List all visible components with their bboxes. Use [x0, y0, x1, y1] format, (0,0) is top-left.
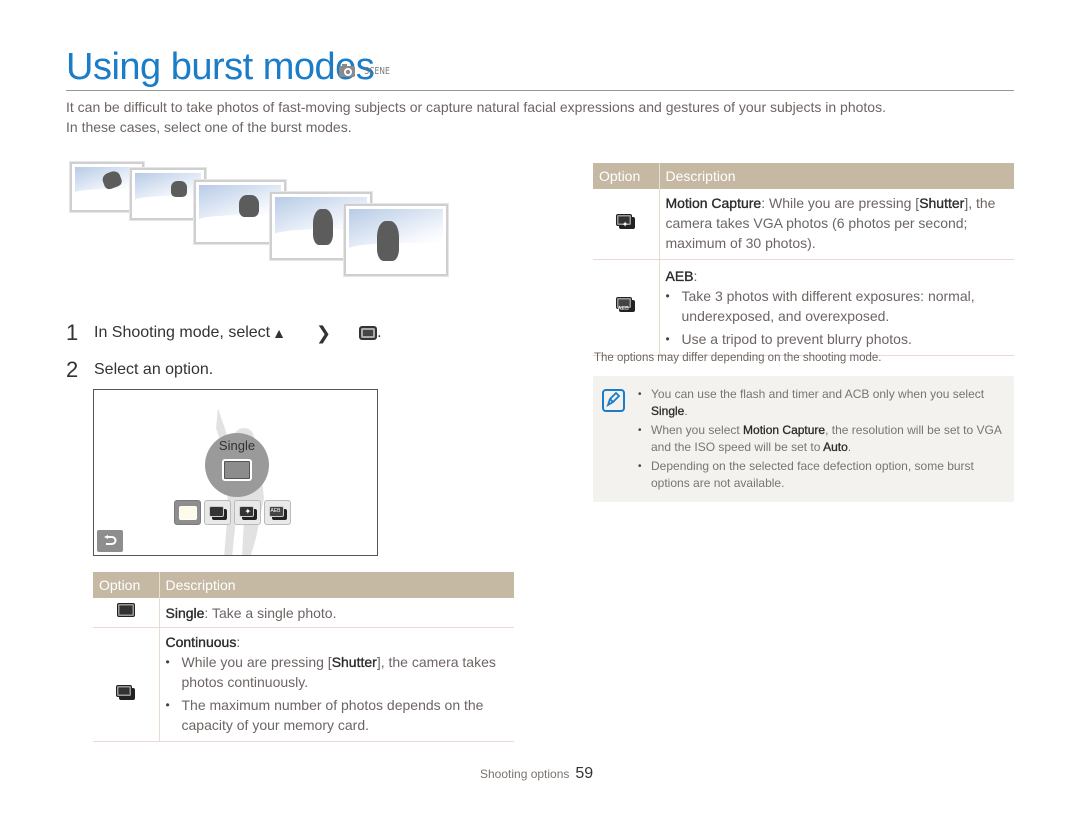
note-list: • You can use the flash and timer and ACB…: [638, 386, 1003, 494]
step-1: 1 In Shooting mode, select ▲ ❯ .: [66, 320, 382, 345]
burst-frame: [344, 204, 448, 276]
list-item: • Depending on the selected face defectio…: [638, 459, 974, 490]
table-row: AEB AEB: • Take 3 photos with different e…: [593, 259, 1014, 356]
note-box: • You can use the flash and timer and ACB…: [593, 376, 1014, 502]
mode-icons: SCENE: [338, 63, 392, 79]
option-aeb-button[interactable]: AEB: [264, 500, 291, 525]
continuous-icon: [208, 505, 227, 520]
single-icon: [116, 602, 136, 618]
smart-scene-icon: [339, 64, 355, 77]
motion-capture-icon: ✦: [615, 213, 636, 230]
note-pencil-icon: [602, 389, 625, 412]
page-title: Using burst modes: [66, 46, 375, 88]
table-row: ✦ Motion Capture: While you are pressing…: [593, 189, 1014, 260]
list-item: • The maximum number of photos depends on…: [165, 697, 484, 733]
single-icon: [178, 505, 197, 520]
list-item: • You can use the flash and timer and ACB…: [638, 387, 985, 418]
scene-icon: SCENE: [364, 65, 390, 77]
options-note: The options may differ depending on the …: [594, 352, 882, 364]
up-triangle-icon: ▲: [272, 325, 286, 341]
list-item: • Use a tripod to prevent blurry photos.: [665, 331, 912, 347]
back-icon: [104, 535, 117, 545]
option-single-button[interactable]: [174, 500, 201, 525]
intro-text: It can be difficult to take photos of fa…: [66, 99, 886, 135]
camera-lcd-screen: Single ✦ AEB: [93, 389, 378, 556]
selected-option-label: Single: [218, 438, 256, 453]
single-shot-icon: [359, 326, 378, 340]
list-item: • While you are pressing [Shutter], the c…: [165, 654, 496, 690]
option-motion-capture-button[interactable]: ✦: [234, 500, 261, 525]
motion-capture-icon: ✦: [238, 505, 257, 520]
chevron-right-icon: ❯: [315, 322, 332, 343]
burst-options-table-right: Option Description ✦ Motion Capture: Whi…: [593, 163, 1014, 356]
back-button[interactable]: [97, 530, 123, 552]
list-item: • Take 3 photos with different exposures:…: [665, 288, 975, 324]
page-number: 59: [575, 765, 594, 782]
snowboarder-burst-illustration: [68, 160, 453, 280]
page-footer: Shooting options 59: [480, 765, 593, 783]
list-item: • When you select Motion Capture, the res…: [638, 423, 1002, 454]
burst-option-bar: ✦ AEB: [174, 500, 291, 525]
burst-options-table-left: Option Description Single: Take a single…: [93, 572, 514, 742]
section-name: Shooting options: [480, 767, 570, 781]
aeb-icon: AEB: [615, 297, 636, 313]
step-2: 2 Select an option.: [66, 357, 214, 382]
continuous-icon: [115, 685, 136, 701]
single-icon: [222, 459, 252, 481]
title-divider: [66, 90, 1014, 91]
table-header: Option Description: [593, 163, 1014, 189]
aeb-icon: AEB: [268, 505, 287, 520]
table-header: Option Description: [93, 572, 514, 598]
table-row: Single: Take a single photo.: [93, 598, 514, 628]
table-row: Continuous: • While you are pressing [Shu…: [93, 627, 514, 742]
option-continuous-button[interactable]: [204, 500, 231, 525]
